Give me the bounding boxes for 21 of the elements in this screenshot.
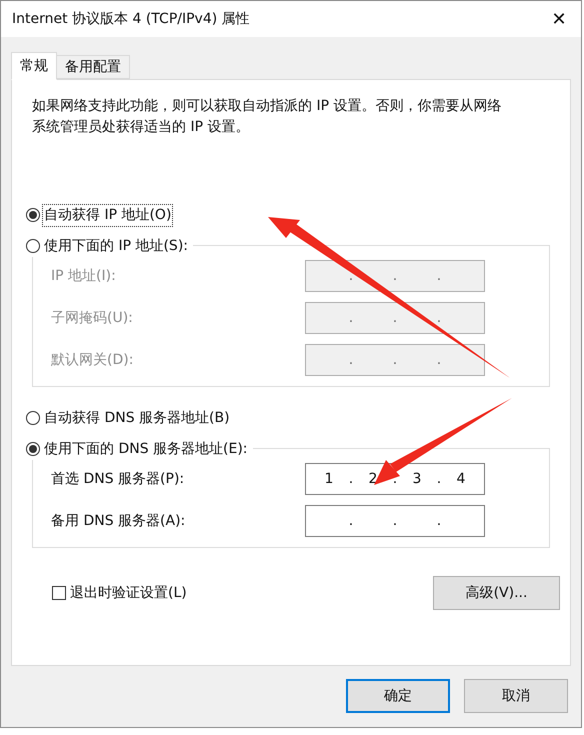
checkbox-label[interactable]: 退出时验证设置(L) bbox=[70, 582, 187, 604]
close-button[interactable]: ✕ bbox=[537, 1, 581, 37]
ip-address-field[interactable]: . . . bbox=[305, 505, 485, 537]
dialog-button[interactable]: 取消 bbox=[464, 679, 568, 713]
checkbox[interactable] bbox=[52, 586, 66, 600]
advanced-button[interactable]: 高级(V)... bbox=[433, 576, 560, 610]
description-text: 如果网络支持此功能，则可以获取自动指派的 IP 设置。否则，你需要从网络系统管理员处获得适当的 IP 设置。 bbox=[31, 97, 502, 137]
radio-label[interactable]: 自动获得 DNS 服务器地址(B) bbox=[43, 408, 231, 428]
dialog-button[interactable]: 确定 bbox=[346, 679, 450, 713]
radio-button[interactable] bbox=[26, 411, 40, 425]
field-label: 默认网关(D): bbox=[51, 350, 134, 370]
field-label: 首选 DNS 服务器(P): bbox=[51, 470, 184, 488]
radio-label[interactable]: 使用下面的 DNS 服务器地址(E): bbox=[43, 438, 249, 460]
window-title: Internet 协议版本 4 (TCP/IPv4) 属性 bbox=[12, 10, 250, 28]
tab[interactable]: 备用配置 bbox=[57, 55, 130, 79]
field-label: 子网掩码(U): bbox=[51, 308, 133, 328]
radio-button[interactable] bbox=[26, 442, 40, 456]
tab[interactable]: 常规 bbox=[11, 52, 57, 80]
field-label: 备用 DNS 服务器(A): bbox=[51, 512, 186, 530]
ip-address-field[interactable]: 1 . 2 . 3 . 4 bbox=[305, 463, 485, 495]
field-label: IP 地址(I): bbox=[51, 266, 116, 286]
